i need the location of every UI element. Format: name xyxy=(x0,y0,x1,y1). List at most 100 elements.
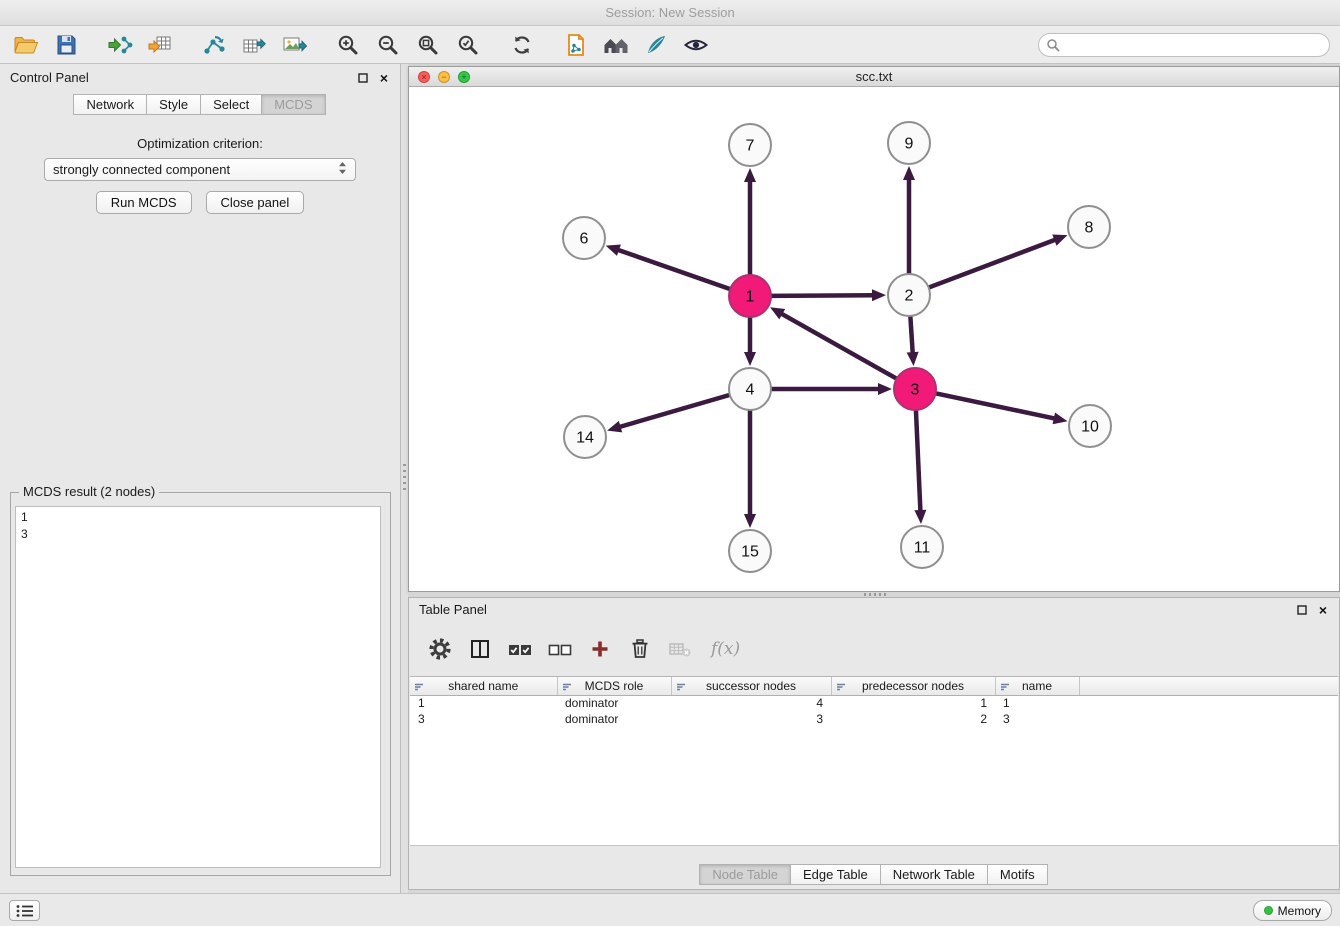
run-mcds-button[interactable]: Run MCDS xyxy=(96,191,192,214)
edge-4-14[interactable] xyxy=(618,395,730,428)
task-history-button[interactable] xyxy=(9,900,40,921)
close-panel-button[interactable]: Close panel xyxy=(206,191,305,214)
save-session-button[interactable] xyxy=(46,28,86,62)
edge-3-11[interactable] xyxy=(916,410,921,513)
edge-1-6[interactable] xyxy=(616,249,730,289)
edge-arrow-icon xyxy=(914,510,926,524)
new-network-button[interactable] xyxy=(194,28,234,62)
tab-style[interactable]: Style xyxy=(146,94,201,115)
search-icon xyxy=(1046,38,1060,55)
zoom-selected-button[interactable] xyxy=(448,28,488,62)
delete-table-button[interactable] xyxy=(665,634,695,664)
select-all-columns-button[interactable] xyxy=(505,634,535,664)
node-7[interactable]: 7 xyxy=(729,124,771,166)
node-2[interactable]: 2 xyxy=(888,274,930,316)
tab-node-table[interactable]: Node Table xyxy=(699,864,791,885)
maximize-window-icon[interactable]: + xyxy=(458,71,470,83)
svg-text:9: 9 xyxy=(905,136,914,153)
show-hide-button[interactable] xyxy=(676,28,716,62)
node-6[interactable]: 6 xyxy=(563,217,605,259)
control-panel-title: Control Panel xyxy=(10,70,89,85)
column-header-MCDS-role[interactable]: MCDS role xyxy=(557,677,671,695)
svg-text:4: 4 xyxy=(746,382,755,399)
folder-icon xyxy=(13,33,39,57)
node-10[interactable]: 10 xyxy=(1069,405,1111,447)
import-network-button[interactable] xyxy=(100,28,140,62)
houses-icon xyxy=(602,33,630,57)
search-input[interactable] xyxy=(1038,33,1330,57)
node-4[interactable]: 4 xyxy=(729,368,771,410)
function-builder-button[interactable]: f(x) xyxy=(711,639,740,659)
table-row[interactable]: 1dominator411 xyxy=(410,695,1338,711)
export-table-button[interactable] xyxy=(234,28,274,62)
table-settings-button[interactable] xyxy=(425,634,455,664)
node-1[interactable]: 1 xyxy=(729,275,771,317)
node-11[interactable]: 11 xyxy=(901,526,943,568)
mcds-result-title: MCDS result (2 nodes) xyxy=(19,484,159,499)
table-panel: Table Panel × f(x) shared nameMCDS roles… xyxy=(408,597,1340,890)
edge-arrow-icon xyxy=(903,166,915,180)
node-8[interactable]: 8 xyxy=(1068,206,1110,248)
zoom-out-button[interactable] xyxy=(368,28,408,62)
edge-arrow-icon xyxy=(1052,234,1067,245)
network-document-button[interactable] xyxy=(556,28,596,62)
document-network-icon xyxy=(564,33,588,57)
toolbar-icons xyxy=(6,26,716,64)
column-header-shared-name[interactable]: shared name xyxy=(410,677,557,695)
network-canvas[interactable]: 7 9 6 8 1 2 4 3 14 10 15 11 xyxy=(409,87,1339,591)
float-table-panel-icon[interactable] xyxy=(1297,605,1307,615)
tab-edge-table[interactable]: Edge Table xyxy=(790,864,881,885)
network-window-titlebar[interactable]: scc.txt × − + xyxy=(409,67,1339,87)
ndex-button[interactable] xyxy=(596,28,636,62)
edge-2-8[interactable] xyxy=(929,239,1058,288)
create-column-button[interactable] xyxy=(585,634,615,664)
criterion-dropdown[interactable]: strongly connected component xyxy=(44,158,356,181)
close-window-icon[interactable]: × xyxy=(418,71,430,83)
edge-3-10[interactable] xyxy=(936,393,1057,419)
close-control-panel-icon[interactable]: × xyxy=(380,71,388,85)
minimize-window-icon[interactable]: − xyxy=(438,71,450,83)
table-body: 1dominator4113dominator323 xyxy=(410,695,1338,727)
apply-layout-button[interactable] xyxy=(502,28,542,62)
zoom-fit-button[interactable] xyxy=(408,28,448,62)
svg-text:7: 7 xyxy=(746,138,755,155)
memory-status-dot xyxy=(1264,906,1273,915)
node-14[interactable]: 14 xyxy=(564,416,606,458)
mcds-result-list[interactable]: 13 xyxy=(15,506,381,868)
search-field xyxy=(1038,33,1330,57)
delete-column-button[interactable] xyxy=(625,634,655,664)
network-graph[interactable]: 7 9 6 8 1 2 4 3 14 10 15 11 xyxy=(409,87,1339,590)
column-sort-icon xyxy=(836,681,846,695)
vertical-splitter[interactable] xyxy=(401,64,408,893)
zoom-in-button[interactable] xyxy=(328,28,368,62)
svg-text:3: 3 xyxy=(911,382,920,399)
mcds-result-group: MCDS result (2 nodes) 13 xyxy=(10,492,391,876)
node-9[interactable]: 9 xyxy=(888,122,930,164)
unselect-all-columns-button[interactable] xyxy=(545,634,575,664)
edge-2-3[interactable] xyxy=(910,316,912,355)
edge-3-1[interactable] xyxy=(780,313,897,379)
import-table-button[interactable] xyxy=(140,28,180,62)
show-columns-button[interactable] xyxy=(465,634,495,664)
tab-network-table[interactable]: Network Table xyxy=(880,864,988,885)
tab-network[interactable]: Network xyxy=(73,94,147,115)
tab-select[interactable]: Select xyxy=(200,94,262,115)
node-3[interactable]: 3 xyxy=(894,368,936,410)
tab-motifs[interactable]: Motifs xyxy=(987,864,1048,885)
open-session-button[interactable] xyxy=(6,28,46,62)
style-button[interactable] xyxy=(636,28,676,62)
node-15[interactable]: 15 xyxy=(729,530,771,572)
memory-button[interactable]: Memory xyxy=(1253,900,1332,921)
float-panel-icon[interactable] xyxy=(358,73,368,83)
column-header-successor-nodes[interactable]: successor nodes xyxy=(671,677,831,695)
close-table-panel-icon[interactable]: × xyxy=(1319,603,1327,617)
column-header-name[interactable]: name xyxy=(995,677,1079,695)
tab-mcds[interactable]: MCDS xyxy=(261,94,325,115)
gear-icon xyxy=(428,637,452,661)
export-image-button[interactable] xyxy=(274,28,314,62)
column-header-predecessor-nodes[interactable]: predecessor nodes xyxy=(831,677,995,695)
node-table[interactable]: shared nameMCDS rolesuccessor nodesprede… xyxy=(410,676,1338,846)
edge-arrow-icon xyxy=(872,289,886,301)
edge-1-2[interactable] xyxy=(771,295,875,296)
table-row[interactable]: 3dominator323 xyxy=(410,711,1338,727)
